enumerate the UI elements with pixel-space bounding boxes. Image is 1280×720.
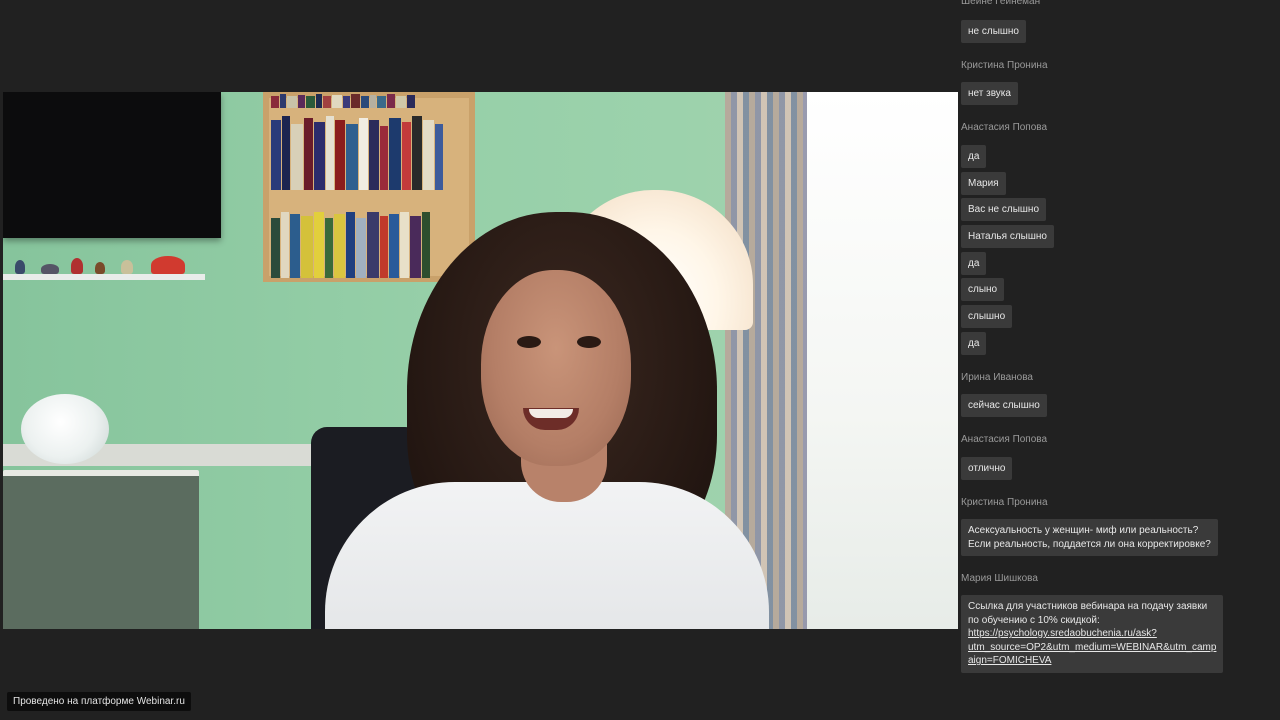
chat-message: Асексуальность у женщин- миф или реально… (961, 519, 1218, 556)
speaker-right-eye (577, 336, 601, 348)
speaker-video[interactable] (3, 92, 958, 629)
video-tv (3, 92, 221, 238)
chat-message: Мария (961, 172, 1006, 195)
chat-message: отлично (961, 457, 1013, 480)
video-wall-shelf (3, 274, 205, 280)
chat-message-link[interactable]: https://psychology.sredaobuchenia.ru/ask… (968, 627, 1216, 641)
webinar-screen: Шейне Гейнеман не слышно Кристина Пронин… (0, 0, 1280, 720)
video-window (803, 92, 958, 629)
video-cloud-lamp (21, 394, 109, 464)
speaker-teeth (529, 409, 573, 418)
chat-message: да (961, 252, 987, 275)
platform-badge[interactable]: Проведено на платформе Webinar.ru (7, 692, 191, 711)
speaker-left-eye (517, 336, 541, 348)
speaker-face (481, 270, 631, 466)
chat-message-line: Ссылка для участников вебинара на подачу… (968, 601, 1208, 612)
chat-message: Ссылка для участников вебинара на подачу… (961, 595, 1224, 673)
speaker-shirt (325, 482, 769, 629)
chat-message: да (961, 332, 987, 355)
chat-message: не слышно (961, 20, 1026, 43)
chat-author: Мария Шишкова (961, 573, 1038, 584)
chat-message: нет звука (961, 82, 1018, 105)
chat-author: Кристина Пронина (961, 60, 1048, 71)
chat-author: Кристина Пронина (961, 497, 1048, 508)
chat-author: Анастасия Попова (961, 434, 1048, 445)
chat-message-link[interactable]: aign=FOMICHEVA (968, 654, 1216, 668)
video-bookcase (263, 92, 475, 282)
chat-author: Шейне Гейнеман (961, 0, 1041, 7)
chat-message: слышно (961, 305, 1013, 328)
chat-message: слыно (961, 278, 1005, 301)
chat-message: Наталья слышно (961, 225, 1054, 248)
chat-message: Вас не слышно (961, 198, 1047, 221)
chat-message-line: по обучению с 10% скидкой: (968, 614, 1100, 626)
chat-author: Анастасия Попова (961, 122, 1048, 133)
video-cabinet (3, 476, 199, 629)
chat-message-line: Если реальность, поддается ли она коррек… (968, 538, 1211, 550)
chat-message-link[interactable]: utm_source=OP2&utm_medium=WEBINAR&utm_ca… (968, 641, 1216, 655)
chat-message: сейчас слышно (961, 394, 1047, 417)
video-shelf-items (11, 252, 201, 274)
chat-author: Ирина Иванова (961, 372, 1033, 383)
chat-message-line: Асексуальность у женщин- миф или реально… (968, 525, 1199, 536)
chat-message: да (961, 145, 987, 168)
